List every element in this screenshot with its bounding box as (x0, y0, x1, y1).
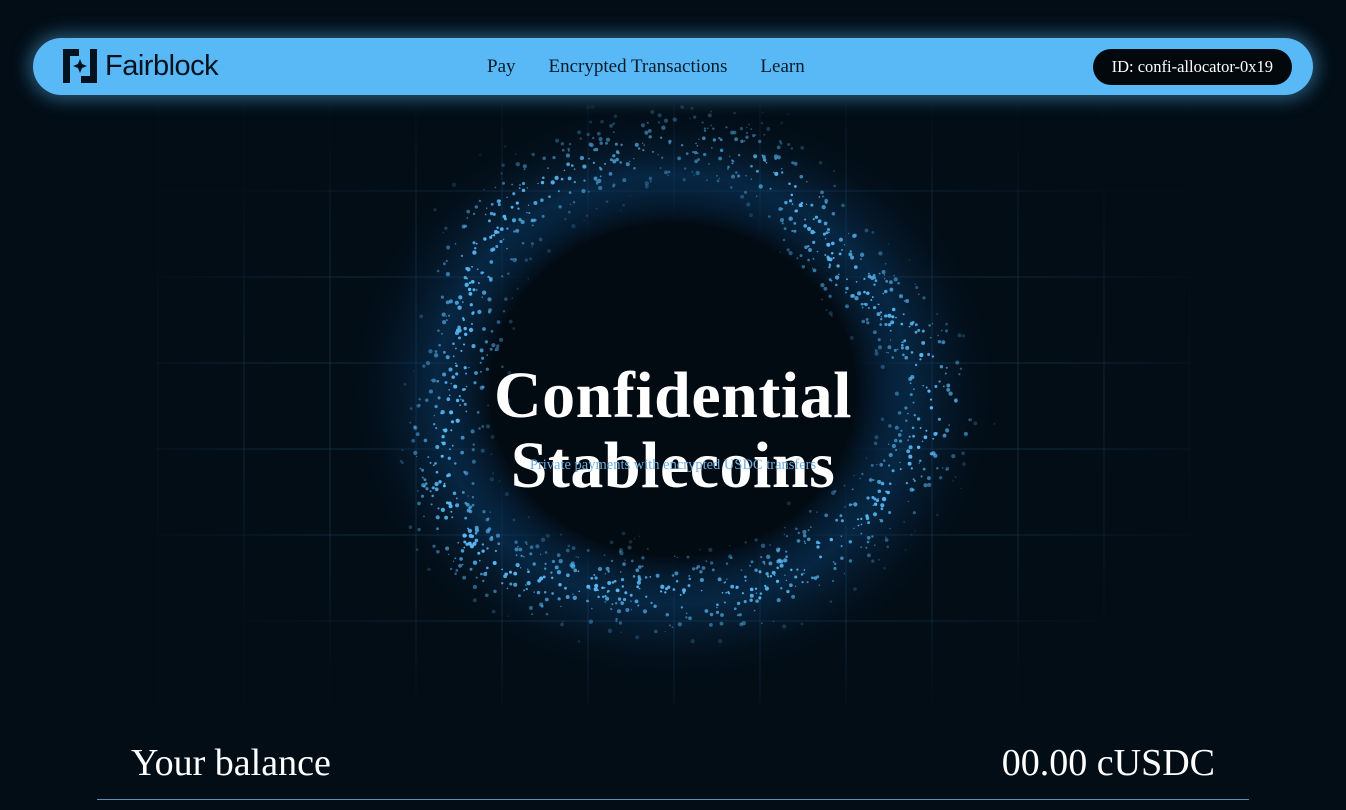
hero-subtitle: Private payments with encrypted USDC tra… (529, 457, 817, 473)
brand-name: Fairblock (105, 49, 219, 82)
nav-link-learn[interactable]: Learn (760, 56, 804, 78)
hero-title: Confidential Stablecoins (156, 361, 1190, 501)
account-id-label: ID: confi-allocator-0x19 (1111, 57, 1273, 76)
main-nav: Pay Encrypted Transactions Learn (487, 38, 838, 95)
nav-link-pay[interactable]: Pay (487, 56, 516, 78)
nav-link-encrypted-transactions[interactable]: Encrypted Transactions (549, 56, 728, 78)
balance-row: Your balance 00.00 cUSDC (97, 735, 1249, 800)
app-page: Fairblock Pay Encrypted Transactions Lea… (0, 0, 1346, 810)
account-id-button[interactable]: ID: confi-allocator-0x19 (1092, 49, 1292, 85)
top-navbar: Fairblock Pay Encrypted Transactions Lea… (33, 38, 1313, 95)
fairblock-logo-icon (63, 49, 97, 83)
brand-logo-link[interactable]: Fairblock (62, 47, 219, 85)
hero-section: Confidential Stablecoins Private payment… (156, 105, 1190, 705)
hero-title-line-1: Confidential (493, 359, 853, 433)
balance-value: 00.00 cUSDC (1001, 742, 1215, 784)
balance-label: Your balance (131, 742, 331, 784)
